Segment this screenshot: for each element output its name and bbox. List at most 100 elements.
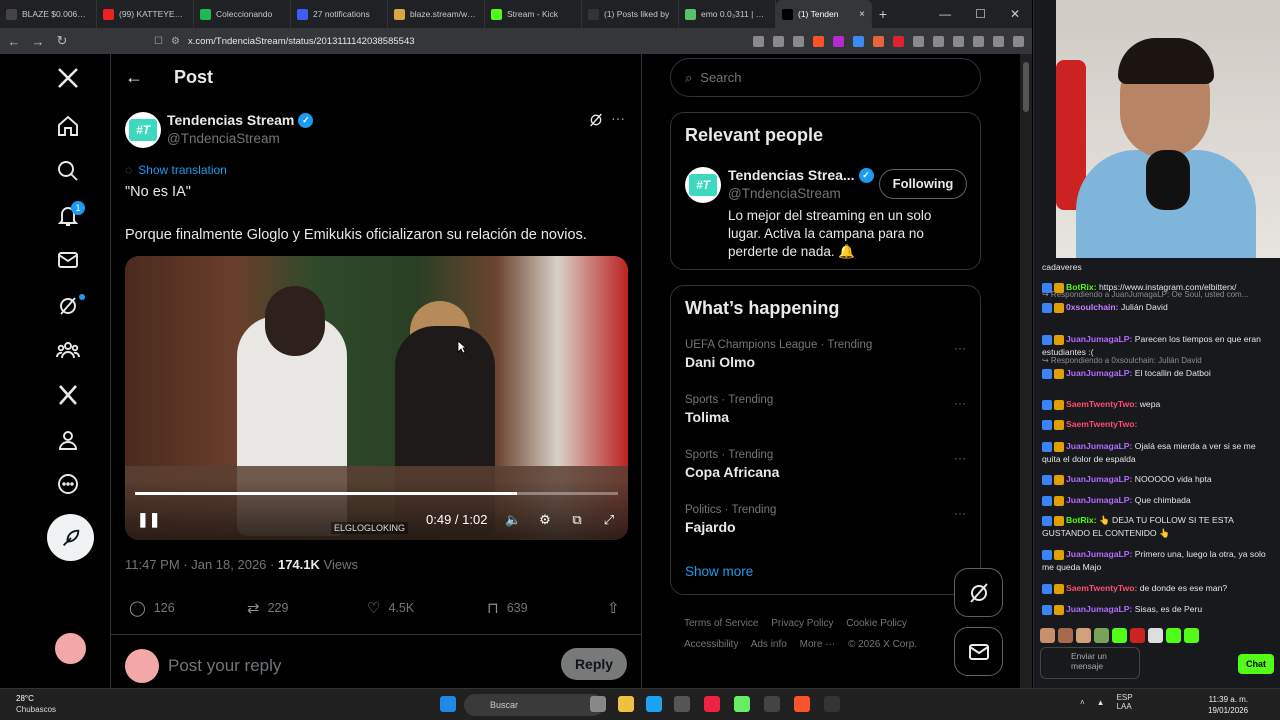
browser-tab[interactable]: (1) Posts liked by — [582, 0, 679, 28]
premium-x-icon[interactable] — [56, 383, 84, 411]
rewards-icon[interactable] — [833, 35, 844, 47]
new-tab-button[interactable]: + — [872, 6, 894, 22]
post-timestamp[interactable]: 11:47 PM · Jan 18, 2026 · — [125, 557, 278, 572]
relevant-handle[interactable]: @TndenciaStream — [728, 186, 841, 201]
trend-item[interactable]: Sports · Trending Copa Africana ··· — [685, 449, 968, 480]
following-button[interactable]: Following — [879, 169, 967, 199]
close-tab-icon[interactable]: × — [859, 9, 865, 20]
account-avatar[interactable] — [53, 631, 88, 666]
video-player[interactable]: ❚❚ ELGLOGLOKING 0:49 / 1:02 🔈 ⚙ ⧉ ⤢ — [125, 256, 628, 540]
chat-username[interactable]: JuanJumagaLP: — [1066, 441, 1132, 451]
media-icon[interactable] — [933, 35, 944, 47]
app-icon-dark[interactable] — [764, 696, 780, 712]
emote-icon[interactable] — [1184, 628, 1199, 643]
emote-icon[interactable] — [1112, 628, 1127, 643]
vpn-icon[interactable] — [993, 35, 1004, 47]
edge-icon[interactable] — [646, 696, 662, 712]
weather-widget[interactable]: 28°C Chubascos — [16, 693, 56, 715]
zoom-icon[interactable] — [773, 35, 784, 47]
emote-icon[interactable] — [1094, 628, 1109, 643]
trend-more-icon[interactable]: ··· — [954, 451, 966, 465]
browser-tab[interactable]: (1) Tenden × — [776, 0, 872, 28]
store-icon[interactable] — [674, 696, 690, 712]
chat-send-button[interactable]: Chat — [1238, 654, 1274, 674]
chat-username[interactable]: JuanJumagaLP: — [1066, 474, 1132, 484]
extension-icon-2[interactable] — [873, 35, 884, 47]
trend-item[interactable]: UEFA Champions League · Trending Dani Ol… — [685, 339, 968, 370]
windows-start-icon[interactable] — [440, 696, 456, 712]
reply-button[interactable]: Reply — [561, 648, 627, 680]
relevant-avatar[interactable]: #T — [685, 167, 721, 203]
reply-action[interactable]: ◯ 126 — [129, 599, 175, 617]
chat-username[interactable]: JuanJumagaLP: — [1066, 604, 1132, 614]
accessibility-link[interactable]: Accessibility — [684, 639, 738, 650]
browser-tab[interactable]: (99) KATTEYES TIE — [97, 0, 194, 28]
emote-icon[interactable] — [1130, 628, 1145, 643]
page-scrollbar[interactable] — [1020, 54, 1032, 688]
browser-tab[interactable]: BLAZE $0.006317 — [0, 0, 97, 28]
chat-username[interactable]: SaemTwentyTwo: — [1066, 419, 1137, 429]
author-handle[interactable]: @TndenciaStream — [167, 131, 280, 146]
footer-more-link[interactable]: More ··· — [800, 639, 836, 650]
browser-tab[interactable]: blaze.stream/walle — [388, 0, 485, 28]
scrollbar-thumb[interactable] — [1023, 62, 1029, 112]
emote-icon[interactable] — [1076, 628, 1091, 643]
trend-item[interactable]: Sports · Trending Tolima ··· — [685, 394, 968, 425]
chat-username[interactable]: SaemTwentyTwo: — [1066, 583, 1137, 593]
tray-app-icon[interactable]: ▲ — [1097, 698, 1105, 707]
forward-nav-icon[interactable]: → — [28, 34, 48, 49]
author-name[interactable]: Tendencias Stream ✓ — [167, 112, 314, 128]
messages-mail-icon[interactable] — [56, 248, 84, 276]
video-progress-bar[interactable] — [135, 492, 618, 495]
chat-username[interactable]: JuanJumagaLP: — [1066, 368, 1132, 378]
browser-tab[interactable]: emo 0.0₃311 | GM — [679, 0, 776, 28]
share-icon[interactable] — [793, 35, 804, 47]
grok-floating-button[interactable] — [954, 568, 1003, 617]
emote-icon[interactable] — [1166, 628, 1181, 643]
fullscreen-icon[interactable]: ⤢ — [601, 512, 617, 528]
repost-action[interactable]: ⇄ 229 — [247, 599, 288, 617]
reply-input[interactable]: Post your reply — [168, 656, 281, 676]
explore-search-icon[interactable] — [56, 159, 84, 187]
communities-icon[interactable] — [56, 338, 84, 366]
tray-chevron-icon[interactable]: ˄ — [1080, 698, 1085, 707]
obs-icon[interactable] — [824, 696, 840, 712]
bookmark-icon[interactable]: ☐ — [154, 36, 163, 47]
extension-icon-1[interactable] — [853, 35, 864, 47]
terms-link[interactable]: Terms of Service — [684, 618, 758, 629]
trend-item[interactable]: Politics · Trending Fajardo ··· — [685, 504, 968, 535]
show-translation-link[interactable]: ◌ Show translation — [125, 163, 227, 177]
wallet-icon[interactable] — [973, 35, 984, 47]
trend-more-icon[interactable]: ··· — [954, 341, 966, 355]
trend-more-icon[interactable]: ··· — [954, 506, 966, 520]
like-action[interactable]: ♡ 4.5K — [367, 599, 414, 617]
sidebar-icon[interactable] — [953, 35, 964, 47]
app-icon-red[interactable] — [704, 696, 720, 712]
relevant-name[interactable]: Tendencias Strea... ✓ — [728, 167, 874, 183]
grok-explain-icon[interactable] — [588, 112, 604, 128]
chat-username[interactable]: JuanJumagaLP: — [1066, 495, 1132, 505]
chat-username[interactable]: SaemTwentyTwo: — [1066, 399, 1137, 409]
brave-icon[interactable] — [794, 696, 810, 712]
chat-username[interactable]: JuanJumagaLP: — [1066, 334, 1132, 344]
chat-username[interactable]: 0xsoulchain: — [1066, 302, 1119, 312]
settings-gear-icon[interactable]: ⚙ — [537, 512, 553, 528]
pause-icon[interactable]: ❚❚ — [137, 511, 160, 528]
reload-icon[interactable]: ↻ — [52, 33, 72, 49]
lang-indicator[interactable]: ESP LAA — [1117, 693, 1133, 711]
bookmark-action[interactable]: ⊓ 639 — [487, 599, 528, 617]
more-options-icon[interactable] — [56, 472, 84, 500]
emote-icon[interactable] — [1040, 628, 1055, 643]
chat-username[interactable]: JuanJumagaLP: — [1066, 549, 1132, 559]
app-icon-green[interactable] — [734, 696, 750, 712]
minimize-icon[interactable]: — — [939, 7, 951, 21]
search-input[interactable]: ⌕ Search — [670, 58, 981, 97]
emote-icon[interactable] — [1148, 628, 1163, 643]
compose-post-button[interactable] — [47, 514, 94, 561]
menu-icon[interactable] — [1013, 35, 1024, 47]
home-icon[interactable] — [56, 114, 84, 142]
app-icon-photos[interactable] — [590, 696, 606, 712]
file-explorer-icon[interactable] — [618, 696, 634, 712]
post-more-icon[interactable]: ··· — [611, 110, 625, 126]
back-nav-icon[interactable]: ← — [4, 34, 24, 49]
